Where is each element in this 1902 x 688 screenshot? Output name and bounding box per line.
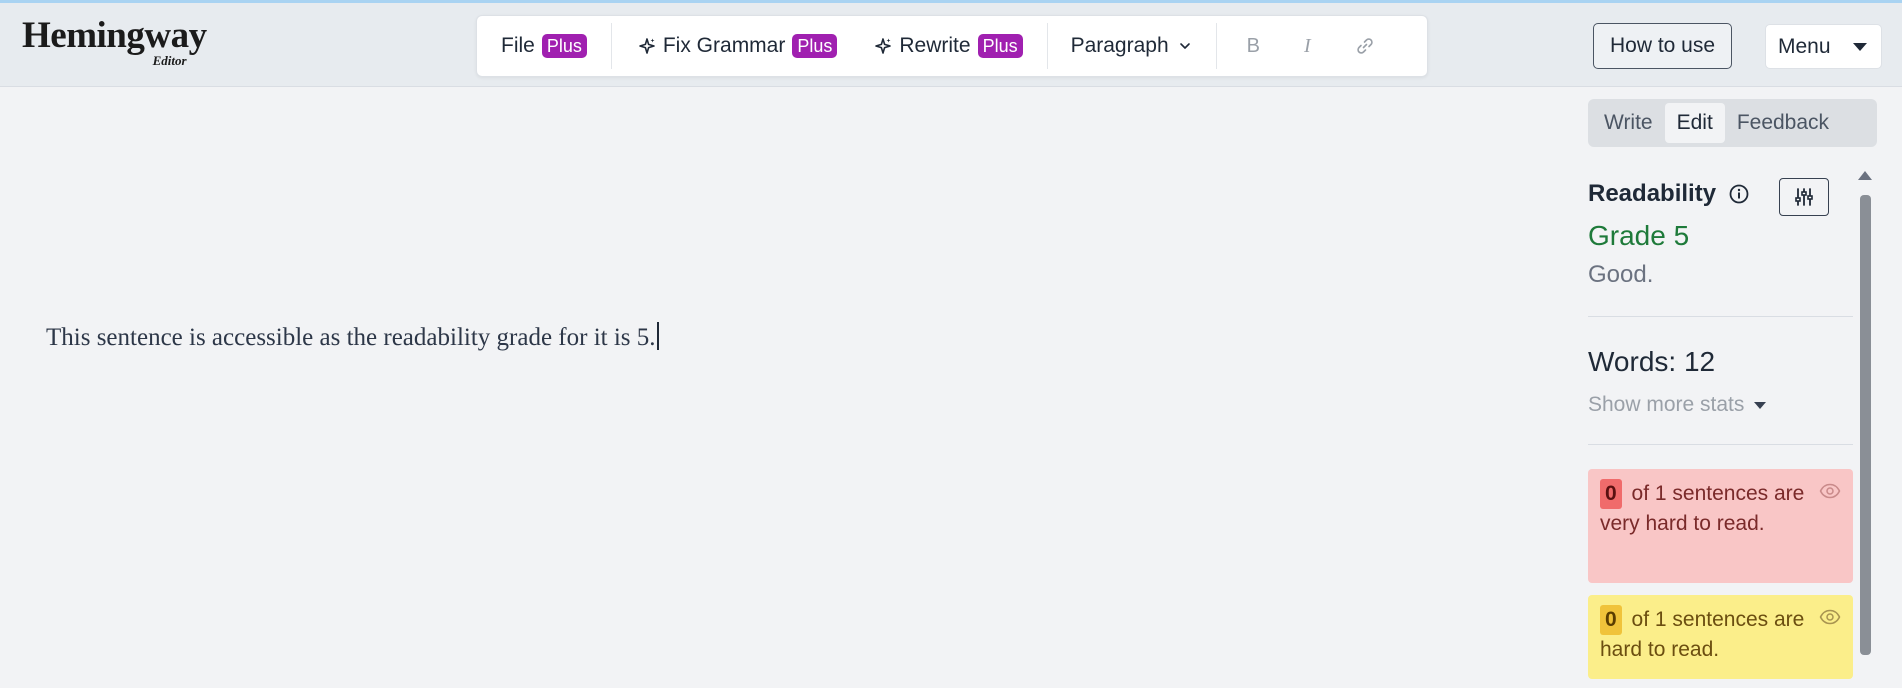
- fix-grammar-label: Fix Grammar: [662, 34, 786, 57]
- text-cursor: [656, 322, 659, 350]
- mode-tab-feedback[interactable]: Feedback: [1725, 103, 1841, 143]
- show-more-stats-toggle[interactable]: Show more stats: [1588, 393, 1767, 417]
- readability-title: Readability: [1588, 180, 1717, 207]
- caret-down-icon: [1852, 42, 1867, 51]
- sidebar-scrollbar-thumb[interactable]: [1860, 195, 1871, 655]
- file-menu-button[interactable]: File Plus: [477, 16, 611, 76]
- stats-panel: Readability Grade 5 Good. Words: 12 Show…: [1588, 158, 1853, 688]
- hard-sentences-card: 0 of 1 sentences are hard to read.: [1588, 595, 1853, 679]
- mode-tab-edit[interactable]: Edit: [1664, 103, 1725, 143]
- panel-divider: [1588, 444, 1853, 445]
- info-icon[interactable]: [1728, 183, 1750, 205]
- very-hard-count: 0: [1600, 479, 1622, 509]
- paragraph-dropdown[interactable]: Paragraph: [1048, 16, 1216, 76]
- very-hard-sentences-card: 0 of 1 sentences are very hard to read.: [1588, 469, 1853, 583]
- editor-text-area[interactable]: This sentence is accessible as the reada…: [46, 322, 1546, 352]
- eye-icon[interactable]: [1819, 483, 1841, 499]
- bold-label: B: [1246, 34, 1260, 57]
- file-label: File: [501, 34, 535, 57]
- bold-button[interactable]: B: [1217, 16, 1282, 76]
- readability-settings-button[interactable]: [1779, 178, 1829, 216]
- logo-main-text: Hemingway: [22, 15, 207, 56]
- readability-grade: Grade 5: [1588, 220, 1690, 251]
- word-count: Words: 12: [1588, 346, 1716, 377]
- editor-paragraph: This sentence is accessible as the reada…: [46, 324, 656, 351]
- mode-switcher: Write Edit Feedback: [1588, 99, 1877, 147]
- rewrite-button[interactable]: Rewrite Plus: [855, 16, 1046, 76]
- scroll-up-arrow-icon[interactable]: [1858, 171, 1872, 180]
- sparkle-icon: [639, 38, 655, 54]
- sliders-icon: [1795, 188, 1813, 206]
- editor-toolbar: File Plus Fix Grammar Plus Rewrite Plus …: [476, 15, 1428, 77]
- top-bar: Hemingway Editor File Plus Fix Grammar P…: [0, 3, 1902, 87]
- hard-text: of 1 sentences are hard to read.: [1600, 608, 1805, 661]
- caret-down-icon: [1754, 401, 1767, 409]
- italic-label: I: [1304, 34, 1311, 57]
- paragraph-label: Paragraph: [1070, 34, 1169, 57]
- mode-tab-write[interactable]: Write: [1592, 103, 1665, 143]
- how-to-use-button[interactable]: How to use: [1593, 23, 1732, 69]
- readability-heading: Readability: [1588, 180, 1750, 208]
- rewrite-label: Rewrite: [899, 34, 971, 57]
- link-button[interactable]: [1333, 16, 1397, 76]
- show-more-label: Show more stats: [1588, 393, 1745, 416]
- plus-badge: Plus: [977, 34, 1023, 58]
- fix-grammar-button[interactable]: Fix Grammar Plus: [612, 16, 856, 76]
- menu-button[interactable]: Menu: [1765, 24, 1882, 69]
- chevron-down-icon: [1179, 43, 1190, 49]
- menu-label: Menu: [1778, 34, 1831, 58]
- plus-badge: Plus: [792, 34, 838, 58]
- hemingway-logo[interactable]: Hemingway Editor: [22, 15, 207, 68]
- panel-divider: [1588, 316, 1853, 317]
- very-hard-text: of 1 sentences are very hard to read.: [1600, 482, 1805, 535]
- eye-icon[interactable]: [1819, 609, 1841, 625]
- logo-sub-text: Editor: [152, 53, 187, 68]
- hard-count: 0: [1600, 605, 1622, 635]
- sparkle-icon: [875, 38, 892, 54]
- link-icon: [1356, 38, 1373, 54]
- italic-button[interactable]: I: [1282, 16, 1333, 76]
- grade-description: Good.: [1588, 261, 1654, 288]
- plus-badge: Plus: [541, 34, 587, 58]
